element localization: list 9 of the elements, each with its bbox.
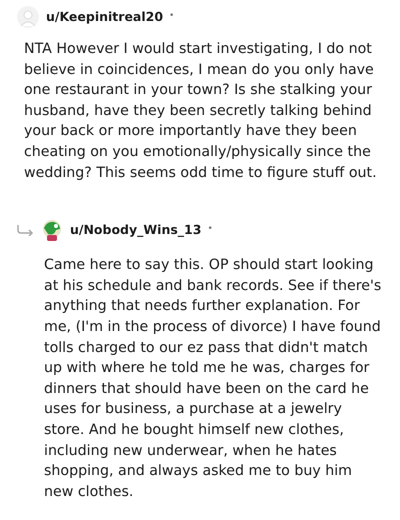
avatar-icon: [16, 5, 40, 29]
reply-arrow-icon: [16, 224, 34, 236]
separator-dot: •: [169, 10, 174, 24]
comment-text: NTA However I would start investigating, I do not believe in coincidences, I mean do you only have one restaurant in your town? Is she stalking your husband, have they been secretly talking behind your back or more importantly have they been cheating on you emotionally/physically since the wedding? This seems odd time to figure stuff out.: [23, 40, 378, 183]
username-link[interactable]: u/Keepinitreal20: [46, 8, 164, 26]
avatar-icon: [40, 218, 64, 242]
username-link[interactable]: u/Nobody_Wins_13: [70, 220, 202, 240]
comment-text: Came here to say this. OP should start looking at his schedule and bank records. See if there's anything that needs further explanation. For me, (I'm in the process of divorce) I have found tolls charged to our ez pass that didn't match up with where he told me he was, charges for dinners that should have been on the card he uses for business, a purchase at a jewelry store. And he bought himself new clothes, including new underwear, when he hates shopping, and always asked me to buy him new clothes.: [43, 256, 382, 502]
separator-dot: •: [207, 223, 213, 236]
